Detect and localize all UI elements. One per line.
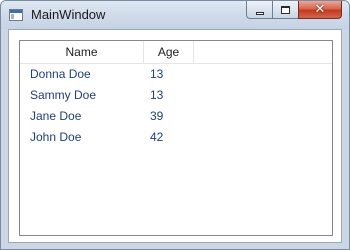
cell-age: 39: [150, 109, 164, 123]
people-list-view[interactable]: Name Age Donna Doe 13 Sammy Doe 13 Jane …: [19, 40, 333, 236]
close-button[interactable]: ✕: [298, 1, 342, 19]
app-icon-panel: [11, 14, 14, 19]
cell-age: 13: [150, 88, 164, 102]
column-header-name[interactable]: Name: [20, 41, 144, 63]
window-title: MainWindow: [31, 7, 106, 22]
list-item[interactable]: Donna Doe 13: [20, 64, 332, 85]
app-icon-bar: [10, 10, 22, 13]
window-client-area: Name Age Donna Doe 13 Sammy Doe 13 Jane …: [8, 29, 342, 243]
cell-age: 42: [150, 130, 164, 144]
cell-name: Donna Doe: [30, 67, 91, 81]
list-item[interactable]: John Doe 42: [20, 127, 332, 148]
cell-name: Sammy Doe: [30, 88, 97, 102]
title-bar[interactable]: MainWindow ✕: [1, 1, 349, 29]
list-item[interactable]: Sammy Doe 13: [20, 85, 332, 106]
list-header: Name Age: [20, 41, 332, 64]
app-window-icon[interactable]: [9, 9, 23, 21]
cell-name: Jane Doe: [30, 109, 82, 123]
main-window: MainWindow ✕ Name Age Donna Doe 13 Sammy…: [0, 0, 350, 250]
caption-buttons: ✕: [246, 1, 342, 20]
minimize-button[interactable]: [246, 1, 272, 19]
list-item[interactable]: Jane Doe 39: [20, 106, 332, 127]
maximize-button[interactable]: [272, 1, 298, 19]
column-header-age[interactable]: Age: [144, 41, 194, 63]
cell-name: John Doe: [30, 130, 82, 144]
maximize-icon: [281, 6, 290, 14]
minimize-icon: [256, 12, 264, 15]
cell-age: 13: [150, 67, 164, 81]
close-icon: ✕: [314, 2, 326, 17]
list-rows: Donna Doe 13 Sammy Doe 13 Jane Doe 39 Jo…: [20, 64, 332, 148]
